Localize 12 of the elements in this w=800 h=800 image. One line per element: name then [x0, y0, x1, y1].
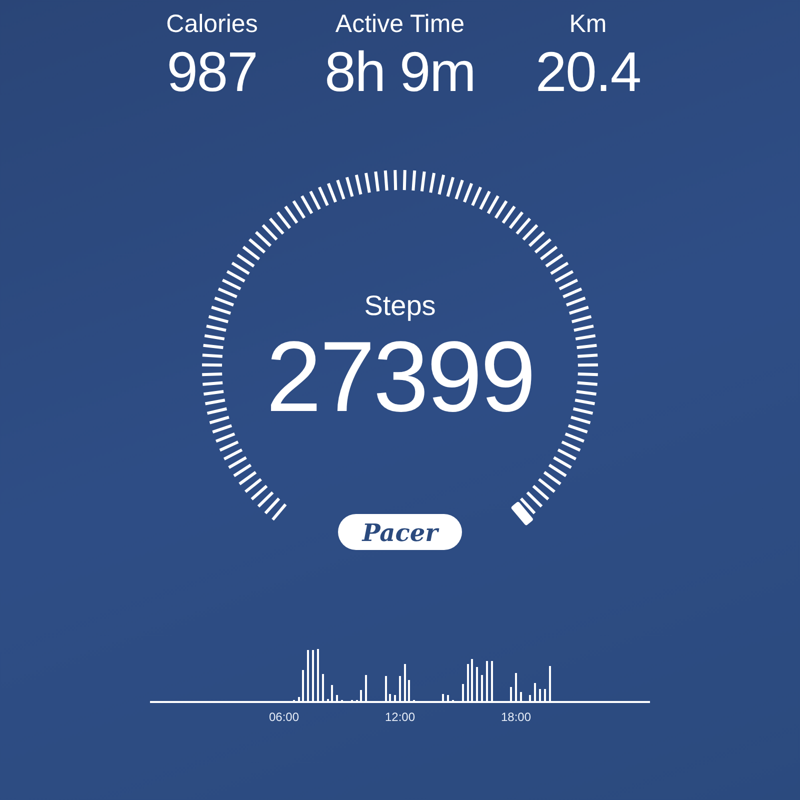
axis-label: 12:00: [384, 710, 416, 724]
axis-label: 06:00: [268, 710, 300, 724]
steps-count: 27399: [266, 322, 534, 432]
stat-label: Active Time: [335, 9, 465, 40]
stat-value: 8h 9m: [324, 40, 476, 104]
axis-label: 18:00: [500, 710, 532, 724]
stat-value: 987: [166, 40, 258, 104]
stat-label: Km: [569, 9, 607, 40]
stat-label: Calories: [166, 9, 258, 40]
steps-label: Steps: [364, 290, 436, 322]
logo-badge: Pacer: [338, 514, 462, 550]
stat-value: 20.4: [536, 40, 640, 104]
